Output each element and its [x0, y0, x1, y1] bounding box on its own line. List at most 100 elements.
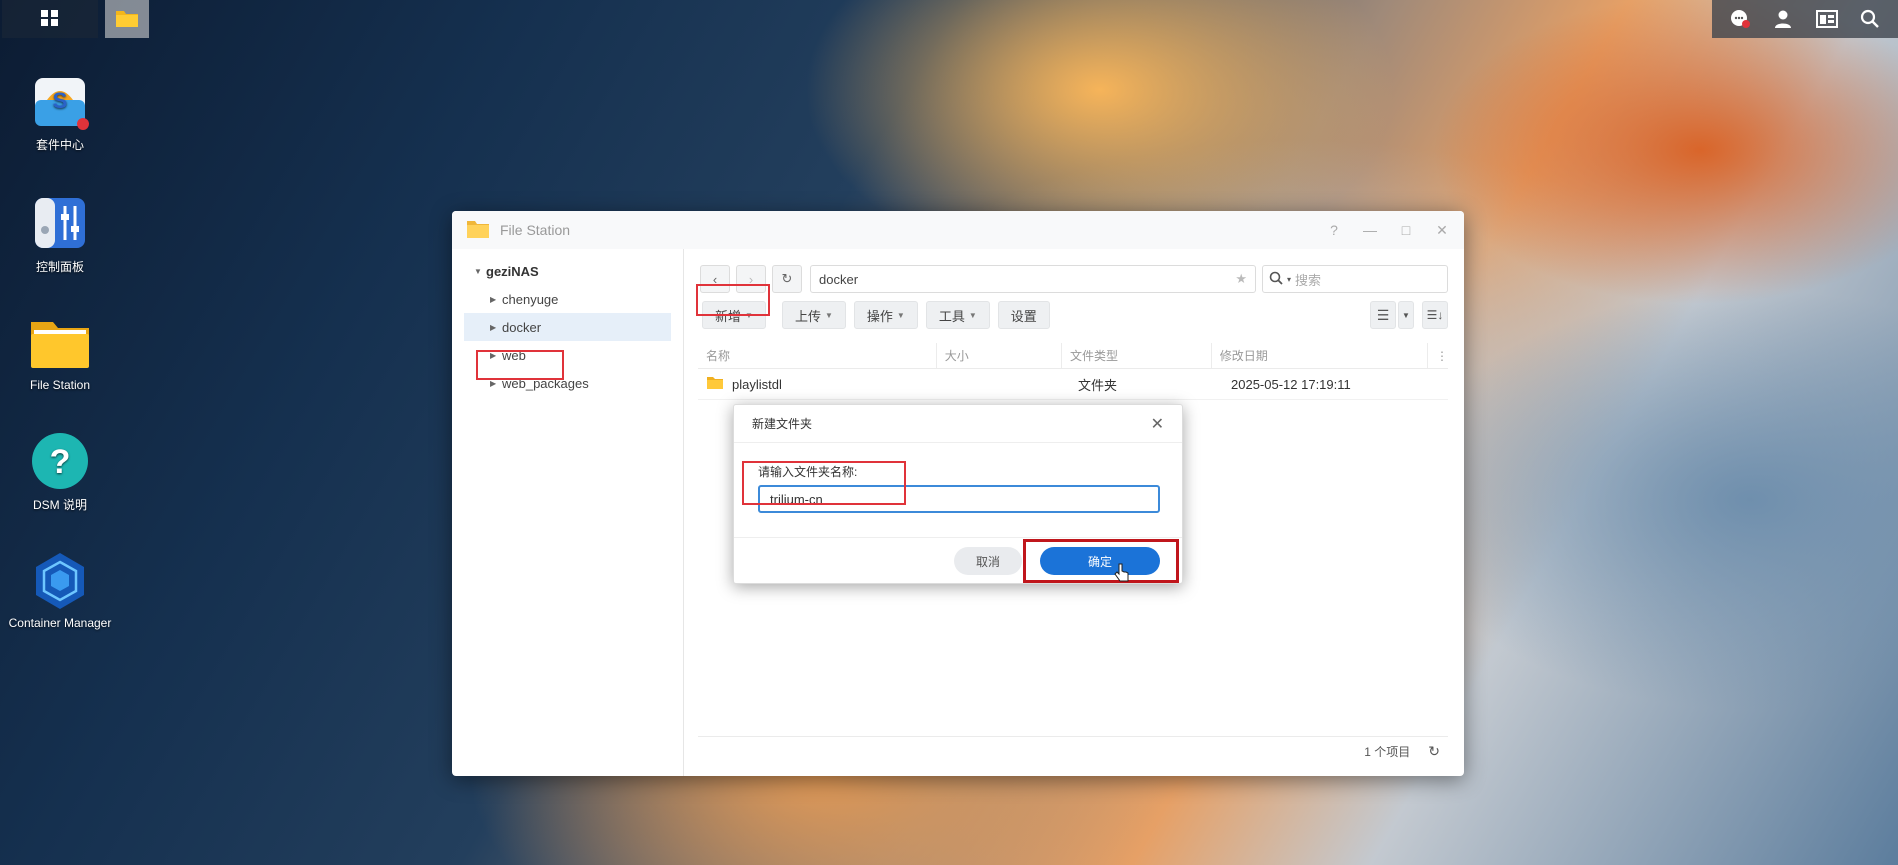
more-icon: ⋮	[1435, 348, 1448, 363]
desktop-icon-label: Container Manager	[8, 616, 112, 630]
file-type: 文件夹	[1078, 378, 1118, 393]
list-view-icon: ☰	[1376, 306, 1390, 323]
dialog-title: 新建文件夹	[752, 417, 813, 431]
refresh-button[interactable]: ↻	[772, 265, 802, 293]
window-title: File Station	[500, 222, 571, 238]
caret-right-icon: ▶	[490, 294, 497, 304]
forward-button[interactable]: ›	[736, 265, 766, 293]
action-button[interactable]: 操作 ▼	[853, 301, 918, 329]
system-tray	[1712, 0, 1898, 38]
back-button[interactable]: ‹	[700, 265, 730, 293]
settings-button-label: 设置	[1010, 308, 1037, 324]
upload-button[interactable]: 上传 ▼	[781, 301, 846, 329]
desktop-icon-control-panel[interactable]: 控制面板	[0, 192, 120, 275]
column-menu-button[interactable]: ⋮	[1428, 343, 1448, 368]
taskbar-filestation-button[interactable]	[105, 0, 149, 38]
tree-item-label: chenyuge	[502, 291, 559, 307]
cell-type: 文件夹	[1070, 370, 1223, 399]
column-size[interactable]: 大小	[937, 343, 1063, 368]
create-button-label: 新增	[715, 308, 742, 324]
close-icon[interactable]: ✕	[1151, 414, 1164, 434]
cancel-button[interactable]: 取消	[954, 547, 1022, 575]
hand-cursor-icon	[1114, 563, 1130, 586]
maximize-button[interactable]: □	[1398, 222, 1414, 239]
search-input[interactable]: ▾ 搜索	[1262, 265, 1448, 293]
file-name: playlistdl	[732, 377, 782, 392]
cell-name: playlistdl	[698, 370, 942, 399]
create-button[interactable]: 新增 ▼	[702, 301, 766, 329]
folder-name-label: 请输入文件夹名称:	[758, 465, 858, 479]
column-label: 文件类型	[1070, 349, 1119, 363]
path-field[interactable]: docker ★	[810, 265, 1256, 293]
settings-button[interactable]: 设置	[997, 301, 1050, 329]
tree-item-web-packages[interactable]: ▶ web_packages	[452, 369, 683, 397]
close-button[interactable]: ✕	[1434, 222, 1450, 239]
cell-size	[942, 370, 1070, 399]
control-panel-icon	[29, 192, 91, 254]
column-label: 大小	[944, 349, 969, 363]
tree-item-docker[interactable]: ▶ docker	[464, 313, 671, 341]
new-folder-dialog: 新建文件夹 ✕ 请输入文件夹名称: 取消 确定	[733, 404, 1183, 584]
table-row[interactable]: playlistdl 文件夹 2025-05-12 17:19:11	[698, 370, 1448, 400]
desktop-icon-label: 套件中心	[35, 138, 84, 152]
minimize-button[interactable]: —	[1362, 222, 1378, 239]
view-options-button[interactable]: ▼	[1398, 301, 1414, 329]
tree-item-label: web	[502, 347, 526, 363]
sort-button[interactable]: ☰↓	[1422, 301, 1448, 329]
caret-down-icon: ▼	[745, 310, 753, 320]
user-icon[interactable]	[1769, 5, 1797, 33]
folder-name-input[interactable]	[758, 485, 1160, 513]
refresh-icon[interactable]: ↻	[1428, 743, 1440, 760]
search-icon[interactable]	[1856, 5, 1884, 33]
dialog-footer	[734, 537, 1182, 538]
widget-icon[interactable]	[1813, 5, 1841, 33]
caret-right-icon: ▶	[490, 322, 497, 332]
upload-button-label: 上传	[794, 308, 821, 324]
navigation-bar: ‹ › ↻ docker ★ ▾ 搜索	[700, 265, 1448, 293]
desktop-icon-file-station[interactable]: File Station	[0, 312, 120, 392]
tools-button[interactable]: 工具 ▼	[925, 301, 990, 329]
search-placeholder: 搜索	[1295, 272, 1322, 288]
tree-root-geziNAS[interactable]: ▼ geziNAS	[452, 257, 683, 285]
chat-notification-icon[interactable]	[1726, 5, 1754, 33]
list-view-button[interactable]: ☰	[1370, 301, 1396, 329]
window-titlebar[interactable]: File Station ? — □ ✕	[452, 211, 1464, 249]
ok-button[interactable]: 确定	[1040, 547, 1160, 575]
package-center-icon: S	[29, 70, 91, 132]
column-modified[interactable]: 修改日期	[1212, 343, 1428, 368]
desktop-icon-label: 控制面板	[35, 260, 84, 274]
status-bar: 1 个项目 ↻	[698, 736, 1448, 766]
grid-icon	[39, 7, 61, 32]
caret-down-icon: ▼	[474, 266, 482, 276]
chevron-down-icon: ▾	[1287, 274, 1292, 284]
help-button[interactable]: ?	[1326, 222, 1342, 239]
main-menu-button[interactable]	[2, 0, 98, 38]
column-type[interactable]: 文件类型	[1062, 343, 1212, 368]
desktop-icon-container-manager[interactable]: Container Manager	[0, 550, 120, 630]
folder-icon	[706, 376, 724, 393]
tools-button-label: 工具	[938, 308, 965, 324]
action-button-label: 操作	[866, 308, 893, 324]
caret-right-icon: ▶	[490, 378, 497, 388]
dialog-titlebar: 新建文件夹 ✕	[734, 405, 1182, 443]
star-icon[interactable]: ★	[1235, 271, 1247, 287]
folder-icon	[466, 219, 490, 242]
desktop-icon-label: File Station	[29, 378, 91, 392]
caret-right-icon: ▶	[490, 350, 497, 360]
path-text: docker	[819, 271, 859, 287]
svg-text:S: S	[53, 88, 68, 113]
column-name[interactable]: 名称	[698, 343, 937, 368]
file-modified: 2025-05-12 17:19:11	[1231, 377, 1351, 392]
taskbar	[0, 0, 1898, 38]
caret-down-icon: ▼	[1402, 310, 1410, 320]
help-icon: ?	[29, 430, 91, 492]
desktop-icon-dsm-help[interactable]: ? DSM 说明	[0, 430, 120, 513]
tree-item-web[interactable]: ▶ web	[452, 341, 683, 369]
item-count: 1 个项目	[1364, 745, 1411, 759]
tree-item-chenyuge[interactable]: ▶ chenyuge	[452, 285, 683, 313]
desktop-icon-package-center[interactable]: S 套件中心	[0, 70, 120, 153]
search-icon	[1269, 271, 1283, 288]
caret-down-icon: ▼	[896, 310, 905, 320]
tree-item-label: docker	[502, 319, 542, 335]
caret-down-icon: ▼	[968, 310, 977, 320]
